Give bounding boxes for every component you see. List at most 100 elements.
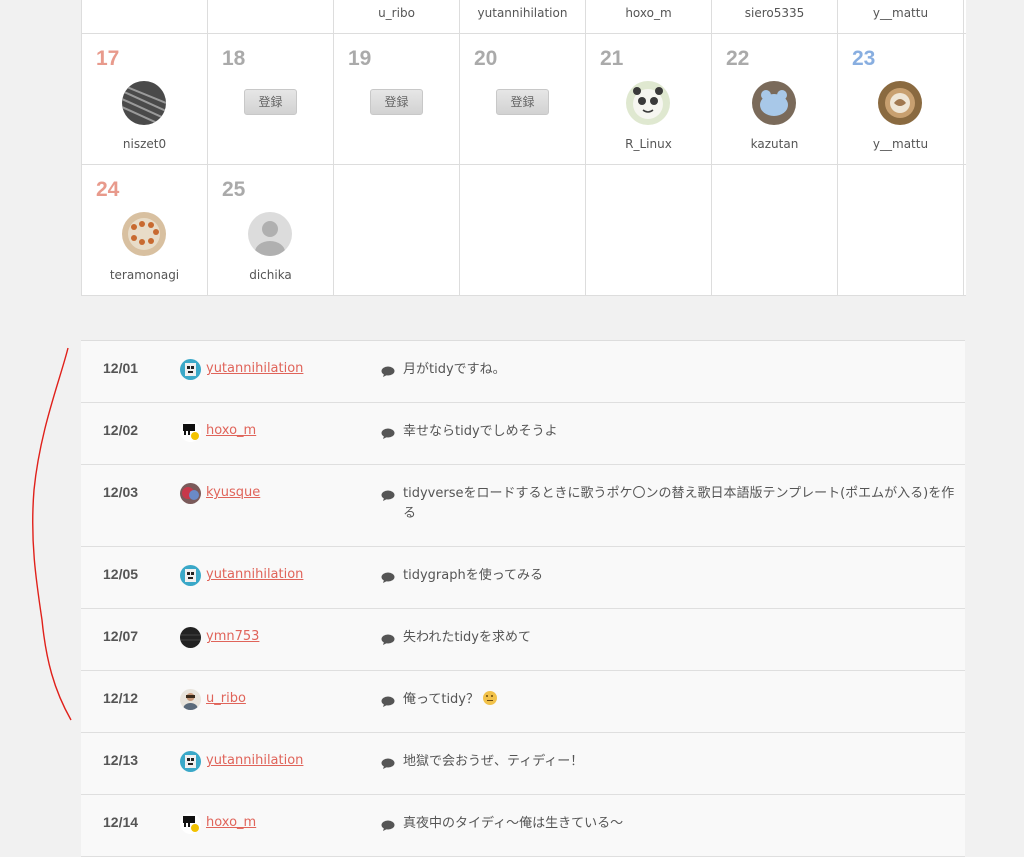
calendar-day-21: 21 R_Linux [586, 34, 712, 164]
day-username[interactable]: niszet0 [82, 137, 207, 151]
comment-icon [381, 487, 395, 501]
entry-date: 12/05 [103, 566, 139, 582]
calendar-day-empty [712, 165, 838, 295]
avatar[interactable] [122, 81, 166, 125]
user-icon[interactable] [180, 565, 201, 586]
list-item: 12/03 kyusque tidyverseをロードするときに歌うポケ〇ンの替… [81, 465, 965, 547]
entry-date: 12/07 [103, 628, 139, 644]
calendar-day-18: 18 登録 [208, 34, 334, 164]
user-link[interactable]: yutannihilation [206, 753, 303, 768]
calendar-day-empty [334, 165, 460, 295]
user-link[interactable]: kyusque [206, 485, 260, 500]
day-number: 25 [222, 178, 246, 201]
entry-date: 12/13 [103, 752, 139, 768]
avatar[interactable] [752, 81, 796, 125]
calendar-week-2: u_ribo yutannihilation hoxo_m siero5335 … [82, 0, 966, 34]
default-avatar-icon[interactable] [248, 212, 292, 256]
entry-title-text: 俺ってtidy？ [403, 692, 480, 707]
calendar-day: u_ribo [334, 0, 460, 33]
user-icon[interactable] [180, 627, 201, 648]
comment-icon [381, 569, 395, 583]
calendar-day-23: 23 y__mattu [838, 34, 964, 164]
entry-title[interactable]: tidyverseをロードするときに歌うポケ〇ンの替え歌日本語版テンプレート(ポ… [403, 484, 955, 524]
day-username[interactable]: teramonagi [82, 268, 207, 282]
entry-title[interactable]: tidygraphを使ってみる [403, 566, 955, 586]
comment-icon [381, 363, 395, 377]
user-icon[interactable] [180, 359, 201, 380]
user-icon[interactable] [180, 813, 201, 834]
day-username[interactable]: dichika [208, 268, 333, 282]
entry-title[interactable]: 地獄で会おうぜ、ティディー！ [403, 752, 955, 772]
day-number: 24 [96, 178, 120, 201]
entry-title[interactable]: 失われたtidyを求めて [403, 628, 955, 648]
entry-date: 12/12 [103, 690, 139, 706]
calendar-day-empty [586, 165, 712, 295]
day-number: 20 [474, 47, 498, 70]
comment-icon [381, 631, 395, 645]
entry-date: 12/01 [103, 360, 139, 376]
avatar[interactable] [878, 81, 922, 125]
day-username[interactable]: y__mattu [838, 137, 963, 151]
entry-date: 12/14 [103, 814, 139, 830]
list-item: 12/13 yutannihilation 地獄で会おうぜ、ティディー！ [81, 733, 965, 795]
day-username[interactable]: y__mattu [838, 6, 963, 20]
comment-icon [381, 693, 395, 707]
list-item: 12/02 hoxo_m 幸せならtidyでしめそうよ [81, 403, 965, 465]
user-link[interactable]: hoxo_m [206, 815, 256, 830]
register-button[interactable]: 登録 [496, 89, 549, 115]
user-icon[interactable] [180, 483, 201, 504]
list-item: 12/05 yutannihilation tidygraphを使ってみる [81, 547, 965, 609]
day-number: 18 [222, 47, 246, 70]
register-button[interactable]: 登録 [244, 89, 297, 115]
list-item: 12/01 yutannihilation 月がtidyですね。 [81, 341, 965, 403]
day-username[interactable]: kazutan [712, 137, 837, 151]
user-link[interactable]: u_ribo [206, 691, 246, 706]
entry-title[interactable]: 真夜中のタイディ〜俺は生きている〜 [403, 814, 955, 834]
day-username[interactable]: siero5335 [712, 6, 837, 20]
entry-list: 12/01 yutannihilation 月がtidyですね。 12/02 h… [81, 340, 965, 857]
entry-title[interactable]: 俺ってtidy？ [403, 690, 955, 710]
calendar-day-19: 19 登録 [334, 34, 460, 164]
list-item: 12/12 u_ribo 俺ってtidy？ [81, 671, 965, 733]
calendar-day-empty [838, 165, 964, 295]
calendar-day [82, 0, 208, 33]
calendar-day: hoxo_m [586, 0, 712, 33]
day-number: 17 [96, 47, 120, 70]
entry-date: 12/03 [103, 484, 139, 500]
day-username[interactable]: R_Linux [586, 137, 711, 151]
user-icon[interactable] [180, 689, 201, 710]
calendar-day-17: 17 niszet0 [82, 34, 208, 164]
user-link[interactable]: yutannihilation [206, 567, 303, 582]
thinking-face-icon [483, 691, 498, 705]
day-number: 23 [852, 47, 876, 70]
day-username[interactable]: yutannihilation [460, 6, 585, 20]
comment-icon [381, 425, 395, 439]
calendar-day-empty [460, 165, 586, 295]
advent-calendar: u_ribo yutannihilation hoxo_m siero5335 … [81, 0, 966, 296]
entry-title[interactable]: 幸せならtidyでしめそうよ [403, 422, 955, 442]
entry-date: 12/02 [103, 422, 139, 438]
calendar-day-22: 22 kazutan [712, 34, 838, 164]
calendar-day: siero5335 [712, 0, 838, 33]
avatar[interactable] [626, 81, 670, 125]
entry-title[interactable]: 月がtidyですね。 [403, 360, 955, 380]
user-icon[interactable] [180, 421, 201, 442]
calendar-day [208, 0, 334, 33]
list-item: 12/07 ymn753 失われたtidyを求めて [81, 609, 965, 671]
calendar-day: yutannihilation [460, 0, 586, 33]
register-button[interactable]: 登録 [370, 89, 423, 115]
day-username[interactable]: hoxo_m [586, 6, 711, 20]
day-username[interactable]: u_ribo [334, 6, 459, 20]
calendar-day-25: 25 dichika [208, 165, 334, 295]
calendar-day-24: 24 teramonagi [82, 165, 208, 295]
calendar-week-3: 17 niszet0 18 登録 19 登録 20 登録 21 R_Linux … [82, 34, 966, 165]
day-number: 19 [348, 47, 372, 70]
comment-icon [381, 755, 395, 769]
calendar-day: y__mattu [838, 0, 964, 33]
user-icon[interactable] [180, 751, 201, 772]
user-link[interactable]: ymn753 [206, 629, 259, 644]
user-link[interactable]: yutannihilation [206, 361, 303, 376]
avatar[interactable] [122, 212, 166, 256]
list-item: 12/14 hoxo_m 真夜中のタイディ〜俺は生きている〜 [81, 795, 965, 857]
user-link[interactable]: hoxo_m [206, 423, 256, 438]
